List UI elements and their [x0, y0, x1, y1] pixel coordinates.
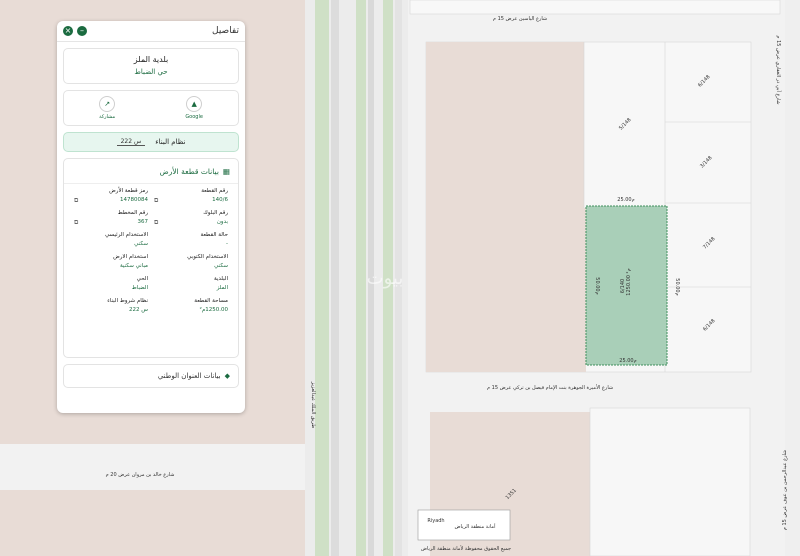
field-value: الملز	[216, 285, 228, 291]
field-value: 367	[137, 219, 149, 225]
gov-text: Riyadh	[427, 518, 444, 524]
block-right-upper-left	[426, 42, 584, 208]
street-label-right-bottom: شارع عبدالرحمن بن عوف عرض 15 م	[782, 450, 788, 530]
share-icon: ↗	[99, 96, 116, 112]
field-value: 14780084	[120, 197, 148, 203]
field-label: رقم المخطط	[117, 210, 148, 216]
land-data-card: ▦ بيانات قطعة الأرض رقم القطعة 140/6 ⧉ رمز…	[63, 158, 239, 358]
map-icon: ▦	[222, 166, 230, 176]
field-plot-area: مساحة القطعة 1250.00م²	[154, 298, 228, 320]
field-plot-status: حالة القطعة -	[154, 232, 228, 254]
building-system-card: نظام البناء س 222	[63, 132, 239, 152]
field-main-use: الاستخدام الرئيسي سكني	[74, 232, 148, 254]
field-label: استخدام الارض	[113, 254, 148, 260]
field-label: الاستخدام الكتوبي	[187, 254, 228, 260]
street-label-vertical: طريق الملك عبدالعزيز	[310, 381, 316, 429]
field-label: البلدية	[213, 276, 228, 282]
copy-icon[interactable]: ⧉	[74, 197, 78, 205]
field-municipality: البلدية الملز	[154, 276, 228, 298]
field-building-conditions: نظام شروط البناء س 222	[74, 298, 148, 320]
field-label: حالة القطعة	[200, 232, 228, 238]
share-label: مشاركة	[99, 114, 116, 120]
panel-title: تفاصيل	[212, 26, 239, 36]
land-fields: رقم القطعة 140/6 ⧉ رمز قطعة الأرض 14780084 ⧉…	[64, 184, 238, 320]
block-right-hatched	[426, 208, 586, 372]
building-system-label: نظام البناء	[155, 138, 186, 146]
field-value: 1250.00م²	[199, 307, 228, 313]
field-label: رقم القطعة	[201, 188, 228, 194]
parcel-side-right: 50.00م	[674, 278, 680, 295]
parcel-number-label: 6/140	[620, 279, 626, 293]
field-label: رمز قطعة الأرض	[109, 188, 148, 194]
street-label-right-top: شارع أبي ذر الغفاري عرض 15 م	[775, 35, 782, 104]
national-address-title: بيانات العنوان الوطني	[157, 372, 221, 380]
field-value: س 222	[129, 307, 148, 313]
minimize-icon[interactable]: –	[77, 26, 87, 36]
block-top-strip	[409, 0, 781, 15]
logo-text: أمانة منطقة الرياض	[455, 523, 497, 530]
municipality-name: بلدية الملز	[133, 55, 169, 64]
parcel-side-left: 50.00م	[594, 277, 600, 294]
field-value: بدون	[216, 219, 228, 225]
copy-icon[interactable]: ⧉	[154, 197, 158, 205]
field-detailed-use: الاستخدام الكتوبي سكني	[154, 254, 228, 276]
field-label: نظام شروط البناء	[107, 298, 148, 304]
district-name: حي الضباط	[134, 68, 168, 76]
field-value: -	[226, 241, 228, 247]
street-label-left: شارع خالد بن مروان عرض 20 م	[106, 472, 175, 478]
field-district: الحي الضباط	[74, 276, 148, 298]
field-value: سكني	[134, 241, 148, 247]
close-icon[interactable]: ×	[63, 26, 73, 36]
land-data-header[interactable]: ▦ بيانات قطعة الأرض	[64, 159, 238, 184]
parcel-side-top: 25.00م	[617, 197, 634, 203]
street-label-top: شارع الياسين عرض 15 م	[493, 16, 547, 22]
block-bottom-right-2	[589, 407, 751, 556]
actions-card: ▲ Google ↗ مشاركة	[63, 90, 239, 126]
municipality-card: بلدية الملز حي الضباط	[63, 48, 239, 84]
field-land-use: استخدام الارض مباني سكنية	[74, 254, 148, 276]
land-data-title: بيانات قطعة الأرض	[159, 166, 219, 176]
field-label: رقم البلوك	[203, 210, 228, 216]
building-system-value: س 222	[116, 138, 146, 146]
map-pin-icon: ▲	[186, 96, 203, 112]
google-label: Google	[185, 114, 203, 120]
street-label-middle: شارع الأميرة الجوهرة بنت الإمام فيصل بن …	[487, 384, 613, 391]
field-label: الاستخدام الرئيسي	[105, 232, 148, 238]
field-block-number: رقم البلوك بدون ⧉	[154, 210, 228, 232]
watermark: بيوت	[367, 268, 404, 289]
field-plot-number: رقم القطعة 140/6 ⧉	[154, 188, 228, 210]
field-value: 140/6	[212, 197, 228, 203]
google-button[interactable]: ▲ Google	[185, 96, 203, 120]
copy-icon[interactable]: ⧉	[74, 219, 78, 227]
field-value: الضباط	[131, 285, 148, 291]
field-value: مباني سكنية	[119, 263, 148, 269]
copy-icon[interactable]: ⧉	[154, 219, 158, 227]
block-bottom-left	[0, 490, 305, 556]
tag-icon: ◆	[224, 372, 230, 380]
field-label: مساحة القطعة	[194, 298, 228, 304]
field-plan-number: رقم المخطط 367 ⧉	[74, 210, 148, 232]
national-address-card[interactable]: ◆ بيانات العنوان الوطني	[63, 364, 239, 388]
field-value: سكني	[214, 263, 228, 269]
parcel-area-label: 1250.00 م²	[626, 268, 632, 295]
parcel-side-bottom: 25.00م	[619, 358, 636, 364]
share-button[interactable]: ↗ مشاركة	[99, 96, 115, 120]
field-label: الحي	[136, 276, 148, 282]
details-panel: تفاصيل × – بلدية الملز حي الضباط ▲ Googl…	[57, 21, 245, 413]
copyright-text: جميع الحقوق محفوظة لأمانة منطقة الرياض	[421, 545, 511, 552]
field-plot-code: رمز قطعة الأرض 14780084 ⧉	[74, 188, 148, 210]
panel-header: تفاصيل × –	[57, 21, 245, 42]
